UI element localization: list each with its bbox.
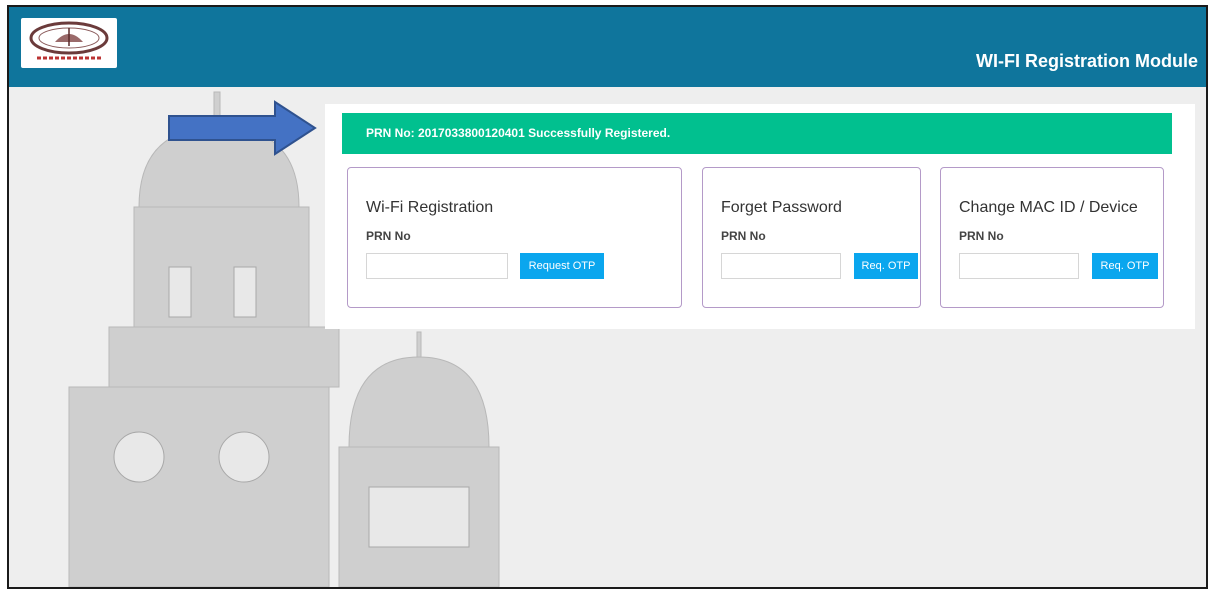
university-seal-icon [29, 21, 109, 60]
forget-password-card: Forget Password PRN No Req. OTP [702, 167, 921, 308]
req-otp-button[interactable]: Req. OTP [1092, 253, 1158, 279]
card-title: Change MAC ID / Device [959, 199, 1138, 216]
university-logo [21, 18, 117, 68]
request-otp-button[interactable]: Request OTP [520, 253, 604, 279]
registration-panel: PRN No: 2017033800120401 Successfully Re… [325, 104, 1195, 329]
prn-label: PRN No [721, 229, 766, 243]
prn-input[interactable] [959, 253, 1079, 279]
prn-label: PRN No [366, 229, 411, 243]
wifi-registration-card: Wi-Fi Registration PRN No Request OTP [347, 167, 682, 308]
card-title: Forget Password [721, 199, 842, 216]
prn-input[interactable] [366, 253, 508, 279]
prn-label: PRN No [959, 229, 1004, 243]
prn-input[interactable] [721, 253, 841, 279]
app-title: WI-FI Registration Module [976, 51, 1198, 71]
change-mac-card: Change MAC ID / Device PRN No Req. OTP [940, 167, 1164, 308]
req-otp-button[interactable]: Req. OTP [854, 253, 918, 279]
pointer-arrow-icon [168, 100, 317, 156]
card-title: Wi-Fi Registration [366, 199, 494, 216]
app-window: WI-FI Registration Module PRN No: 201703… [7, 5, 1208, 589]
header-bar: WI-FI Registration Module [9, 7, 1206, 87]
success-alert: PRN No: 2017033800120401 Successfully Re… [342, 113, 1172, 154]
